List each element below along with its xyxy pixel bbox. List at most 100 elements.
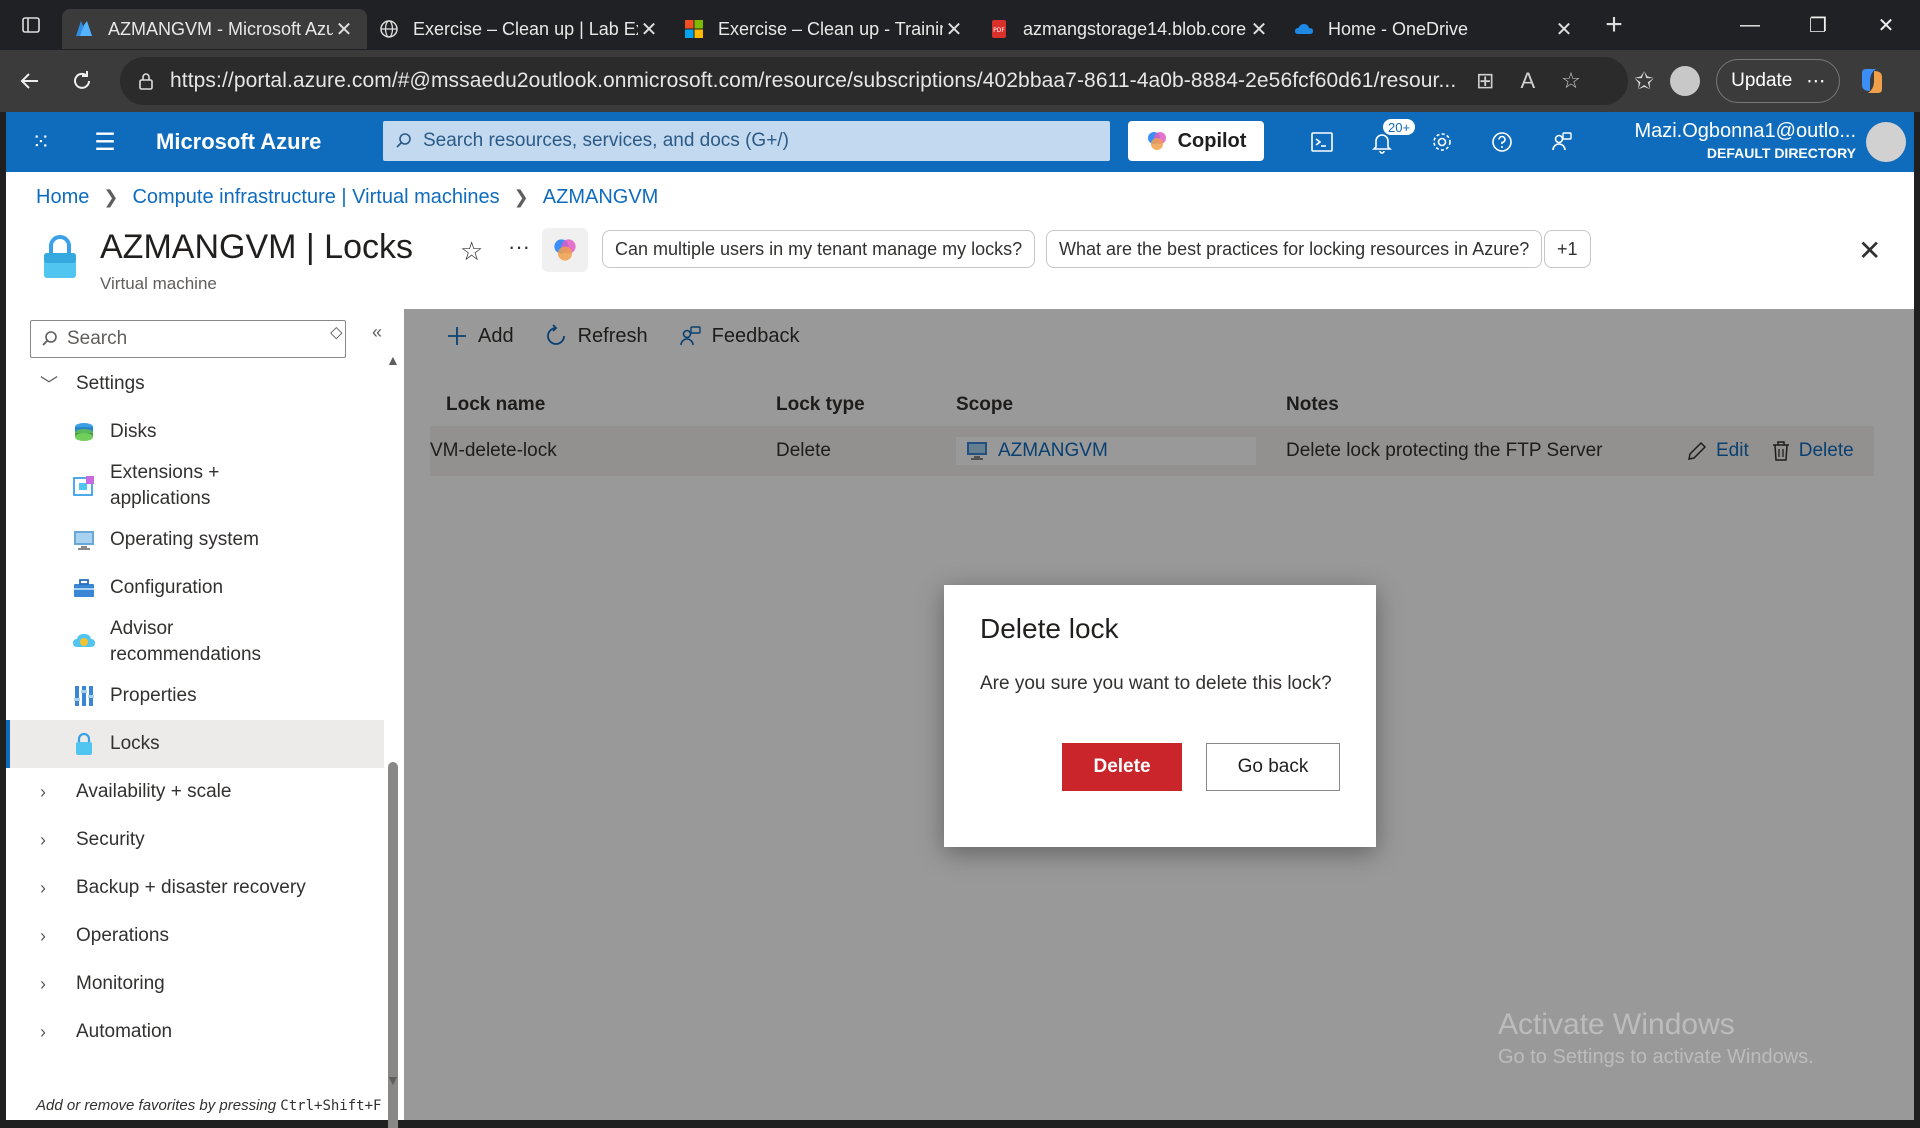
nav-section-automation[interactable]: › Automation <box>6 1008 384 1056</box>
nav-item-label: Advisor recommendations <box>110 618 262 665</box>
browser-tab-lab[interactable]: Exercise – Clean up | Lab Exercise ✕ <box>367 9 672 49</box>
back-button[interactable] <box>4 55 56 107</box>
breadcrumb-home[interactable]: Home <box>36 186 89 209</box>
browser-tab-azure[interactable]: AZMANGVM - Microsoft Azure ✕ <box>62 9 367 49</box>
nav-section-settings[interactable]: ﹀ Settings <box>6 360 384 408</box>
copilot-browser-icon[interactable] <box>1856 65 1888 97</box>
close-window-icon[interactable]: ✕ <box>1852 0 1920 50</box>
nav-section-monitoring[interactable]: › Monitoring <box>6 960 384 1008</box>
nav-section-label: Settings <box>76 373 145 394</box>
minimize-icon[interactable]: — <box>1716 0 1784 50</box>
search-icon <box>42 331 57 346</box>
scroll-down-icon[interactable]: ▼ <box>386 1072 400 1088</box>
lock-icon <box>44 235 76 278</box>
more-options-icon: ⋯ <box>1806 70 1826 92</box>
account-info[interactable]: Mazi.Ogbonna1@outlo... DEFAULT DIRECTORY <box>1634 120 1856 161</box>
restore-icon[interactable]: ❐ <box>1784 0 1852 50</box>
properties-icon <box>74 686 94 706</box>
profile-avatar[interactable] <box>1670 66 1701 96</box>
close-icon[interactable]: ✕ <box>638 17 660 42</box>
chevron-right-icon: › <box>40 829 46 850</box>
more-options-icon[interactable]: ··· <box>508 234 530 260</box>
account-name: Mazi.Ogbonna1@outlo... <box>1634 120 1856 142</box>
browser-tab-blob[interactable]: PDF azmangstorage14.blob.core ✕ <box>977 9 1282 49</box>
nav-item-extensions[interactable]: Extensions + applications <box>6 456 384 516</box>
chevron-right-icon: › <box>40 925 46 946</box>
app-available-icon[interactable]: ⊞ <box>1476 68 1494 94</box>
pdf-icon: PDF <box>992 20 1006 38</box>
nav-item-locks[interactable]: Locks <box>6 720 384 768</box>
notifications-button[interactable]: 20+ <box>1352 112 1417 172</box>
favorite-star-icon[interactable]: ☆ <box>460 236 483 267</box>
copilot-suggestions-button[interactable] <box>542 228 588 272</box>
go-back-button[interactable]: Go back <box>1206 743 1340 791</box>
close-icon[interactable]: ✕ <box>943 17 965 42</box>
close-blade-icon[interactable]: ✕ <box>1858 234 1881 267</box>
window-controls: — ❐ ✕ <box>1716 0 1920 50</box>
nav-item-advisor[interactable]: Advisor recommendations <box>6 612 384 672</box>
breadcrumb-vm[interactable]: AZMANGVM <box>543 186 659 209</box>
avatar[interactable] <box>1866 122 1906 162</box>
more-prompts-chip[interactable]: +1 <box>1544 230 1591 268</box>
collapse-menu-icon[interactable]: « <box>372 322 382 343</box>
global-search-input[interactable]: Search resources, services, and docs (G+… <box>383 121 1110 161</box>
expand-collapse-icon[interactable]: ⬦ <box>330 322 343 343</box>
close-icon[interactable]: ✕ <box>1248 17 1270 42</box>
copilot-button[interactable]: Copilot <box>1128 121 1264 161</box>
tab-actions-button[interactable] <box>0 0 62 50</box>
nav-item-operating-system[interactable]: Operating system <box>6 516 384 564</box>
chevron-right-icon: › <box>40 781 46 802</box>
breadcrumb-virtual-machines[interactable]: Compute infrastructure | Virtual machine… <box>132 186 499 209</box>
microsoft-icon <box>685 20 703 38</box>
activate-windows-watermark: Activate Windows Go to Settings to activ… <box>1498 1008 1814 1069</box>
scroll-up-icon[interactable]: ▲ <box>386 352 400 368</box>
favorite-star-icon[interactable]: ☆ <box>1561 68 1581 94</box>
cloud-shell-button[interactable] <box>1292 112 1352 172</box>
favorites-hint-keys: Ctrl+Shift+F <box>280 1098 382 1114</box>
copilot-label: Copilot <box>1177 129 1247 152</box>
close-icon[interactable]: ✕ <box>333 17 355 42</box>
watermark-line1: Activate Windows <box>1498 1008 1735 1041</box>
menu-search-input[interactable]: Search <box>30 320 346 358</box>
nav-section-label: Backup + disaster recovery <box>76 877 306 898</box>
app-launcher-icon[interactable]: ⁙ <box>6 129 76 155</box>
nav-item-configuration[interactable]: Configuration <box>6 564 384 612</box>
azure-brand[interactable]: Microsoft Azure <box>156 129 356 155</box>
nav-section-security[interactable]: › Security <box>6 816 384 864</box>
onedrive-icon <box>1295 24 1313 34</box>
page-titlebar: AZMANGVM | Locks Virtual machine ☆ ··· C… <box>30 224 1910 304</box>
browser-tab-training[interactable]: Exercise – Clean up - Training ✕ <box>672 9 977 49</box>
search-icon <box>396 133 411 148</box>
nav-section-label: Security <box>76 829 145 850</box>
nav-item-disks[interactable]: Disks <box>6 408 384 456</box>
read-aloud-icon[interactable]: A <box>1520 68 1535 94</box>
new-tab-button[interactable]: + <box>1587 8 1641 42</box>
tab-label: azmangstorage14.blob.core <box>1023 18 1247 39</box>
chevron-right-icon: ❯ <box>103 187 119 207</box>
settings-button[interactable] <box>1412 112 1472 172</box>
nav-section-backup[interactable]: › Backup + disaster recovery <box>6 864 384 912</box>
nav-item-label: Operating system <box>110 529 259 550</box>
page-subtitle: Virtual machine <box>100 274 217 293</box>
delete-lock-dialog: Delete lock Are you sure you want to del… <box>944 585 1376 847</box>
help-button[interactable] <box>1472 112 1532 172</box>
advisor-icon <box>73 634 95 647</box>
nav-section-label: Operations <box>76 925 169 946</box>
chevron-right-icon: › <box>40 877 46 898</box>
copilot-icon <box>1147 132 1166 150</box>
confirm-delete-button[interactable]: Delete <box>1062 743 1182 791</box>
favorites-icon[interactable]: ✩ <box>1634 67 1654 96</box>
nav-section-operations[interactable]: › Operations <box>6 912 384 960</box>
refresh-browser-button[interactable] <box>56 55 108 107</box>
update-label: Update <box>1731 70 1793 91</box>
browser-tab-onedrive[interactable]: Home - OneDrive ✕ <box>1282 9 1587 49</box>
url-bar[interactable]: https://portal.azure.com/#@mssaedu2outlo… <box>120 57 1628 105</box>
feedback-header-button[interactable] <box>1532 112 1592 172</box>
close-icon[interactable]: ✕ <box>1553 17 1575 42</box>
portal-menu-icon[interactable]: ☰ <box>76 128 134 157</box>
nav-section-availability[interactable]: › Availability + scale <box>6 768 384 816</box>
nav-item-properties[interactable]: Properties <box>6 672 384 720</box>
copilot-prompt-chip[interactable]: What are the best practices for locking … <box>1046 230 1543 268</box>
update-button[interactable]: Update ⋯ <box>1716 59 1841 103</box>
copilot-prompt-chip[interactable]: Can multiple users in my tenant manage m… <box>602 230 1036 268</box>
